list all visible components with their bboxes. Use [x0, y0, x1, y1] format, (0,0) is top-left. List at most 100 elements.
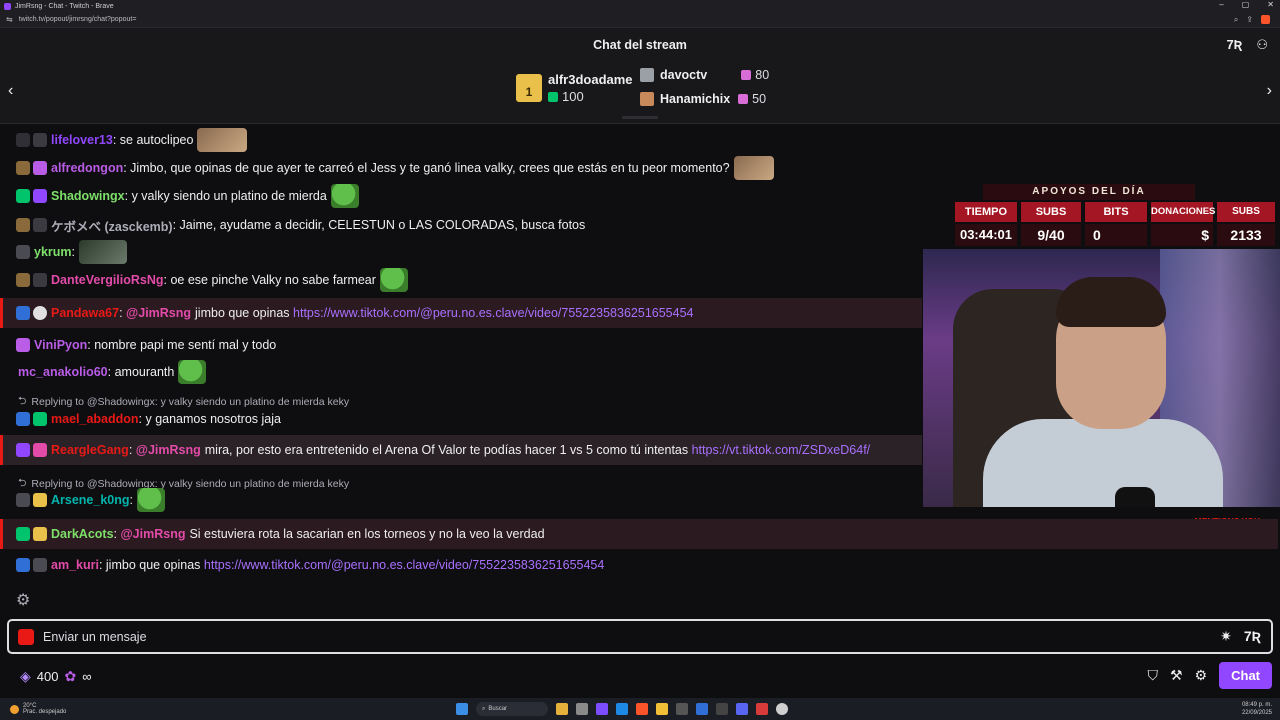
- chat-username[interactable]: Pandawa67: [51, 306, 119, 320]
- app-icon[interactable]: [596, 703, 608, 715]
- chat-username[interactable]: Shadowingx: [51, 189, 125, 203]
- microphone: [1115, 487, 1155, 507]
- chat-message[interactable]: ViniPyon : nombre papi me sentí mal y to…: [0, 334, 922, 356]
- app-icon[interactable]: [736, 703, 748, 715]
- chat-message[interactable]: mc_anakolio60 : amouranth: [0, 360, 922, 384]
- address-bar[interactable]: ⇋ twitch.tv/popout/jimrsng/chat?popout= …: [0, 12, 1280, 28]
- twitch-favicon-icon: [4, 2, 11, 10]
- rank-badge-icon: [16, 273, 30, 287]
- chat-send-button[interactable]: Chat: [1219, 662, 1272, 689]
- chat-text: : y ganamos nosotros jaja: [138, 412, 281, 426]
- leaderboard-third[interactable]: Hanamichix 50: [640, 92, 766, 106]
- weather-icon: [10, 704, 19, 714]
- mention[interactable]: @JimRsng: [136, 443, 201, 457]
- windows-start-icon[interactable]: [456, 703, 468, 715]
- channel-points[interactable]: ◈ 400 ✿ ∞: [20, 668, 92, 685]
- app-icon[interactable]: [676, 703, 688, 715]
- chat-input-box[interactable]: ✷ 7Ʀ: [7, 619, 1273, 654]
- close-icon[interactable]: ✕: [1267, 0, 1274, 9]
- 7tv-emote-icon[interactable]: 7Ʀ: [1244, 628, 1261, 645]
- chat-text: :: [71, 245, 76, 259]
- chat-message[interactable]: lifelover13 : se autoclipeo: [0, 128, 922, 152]
- chat-username[interactable]: Arsene_k0ng: [51, 493, 130, 507]
- record-clip-icon[interactable]: [18, 628, 34, 645]
- chat-message[interactable]: DanteVergilioRsNg : oe ese pinche Valky …: [0, 268, 922, 292]
- chat-text: : se autoclipeo: [112, 133, 194, 147]
- app-icon[interactable]: [716, 703, 728, 715]
- chat-username[interactable]: am_kuri: [51, 558, 99, 572]
- bits-badge-icon: [33, 527, 47, 541]
- site-settings-icon[interactable]: ⇋: [6, 15, 13, 24]
- chat-username[interactable]: DanteVergilioRsNg: [51, 273, 164, 287]
- chat-link[interactable]: https://www.tiktok.com/@peru.no.es.clave…: [293, 306, 693, 320]
- chat-link[interactable]: https://vt.tiktok.com/ZSDxeD64f/: [692, 443, 871, 457]
- support-overlay: APOYOS DEL DÍA TIEMPO SUBS BITS DONACION…: [955, 184, 1275, 246]
- overlay-value: 9/40: [1021, 224, 1081, 246]
- leaderboard-name: alfr3doadame: [548, 72, 633, 87]
- 7tv-icon[interactable]: 7Ʀ: [1226, 37, 1242, 53]
- rank-badge-icon: [16, 218, 30, 232]
- chat-link[interactable]: https://www.tiktok.com/@peru.no.es.clave…: [204, 558, 604, 572]
- brave-icon[interactable]: [636, 703, 648, 715]
- mention[interactable]: @JimRsng: [120, 527, 185, 541]
- chat-message[interactable]: ケボメベ (zasckemb) : Jaime, ayudame a decid…: [0, 214, 922, 236]
- gift-icon: [738, 94, 749, 104]
- users-icon[interactable]: ⚇: [1256, 37, 1268, 53]
- chat-text: mira, por esto era entretenido el Arena …: [204, 443, 689, 457]
- chat-message[interactable]: am_kuri : jimbo que opinas https://www.t…: [0, 554, 922, 576]
- bonus-icon[interactable]: ✿: [64, 668, 76, 685]
- folder-icon[interactable]: [656, 703, 668, 715]
- shield-icon[interactable]: ⛉: [1147, 667, 1158, 684]
- settings-gear-icon[interactable]: ⚙: [1195, 667, 1208, 684]
- taskbar-search[interactable]: ⌕ Buscar: [476, 702, 548, 716]
- chat-message-highlighted[interactable]: ReargleGang : @JimRsng mira, por esto er…: [0, 435, 922, 465]
- chat-username[interactable]: ケボメベ (zasckemb): [51, 216, 173, 235]
- chat-username[interactable]: ykrum: [34, 245, 72, 259]
- app-icon[interactable]: [756, 703, 768, 715]
- chat-username[interactable]: mc_anakolio60: [18, 365, 108, 379]
- taskbar-clock[interactable]: 08:49 p. m. 22/09/2025: [1242, 701, 1272, 717]
- chat-username[interactable]: alfredongon: [51, 161, 123, 175]
- brave-shields-icon[interactable]: [1261, 14, 1270, 24]
- chat-message[interactable]: Shadowingx : y valky siendo un platino d…: [0, 184, 922, 208]
- chat-message[interactable]: alfredongon : Jimbo, que opinas de que a…: [0, 156, 922, 180]
- chevron-left-icon[interactable]: ‹: [8, 82, 13, 100]
- task-view-icon[interactable]: [576, 703, 588, 715]
- overlay-value: $: [1151, 224, 1213, 246]
- weather-widget[interactable]: 20°C Prac. despejado: [10, 703, 66, 715]
- emote-image: [733, 156, 774, 180]
- minimize-icon[interactable]: –: [1219, 0, 1223, 9]
- pepe-emote-icon: [379, 268, 408, 292]
- chat-message-highlighted[interactable]: Pandawa67 : @JimRsng jimbo que opinas ht…: [0, 298, 922, 328]
- leaderboard-first[interactable]: 1 alfr3doadame 100: [516, 72, 633, 104]
- maximize-icon[interactable]: ▢: [1242, 0, 1250, 9]
- reply-text: Replying to @Shadowingx: y valky siendo …: [31, 396, 350, 408]
- zoom-icon[interactable]: ⌕: [1234, 15, 1238, 25]
- app-icon[interactable]: [776, 703, 788, 715]
- heart-badge-icon: [33, 443, 47, 457]
- party-icon[interactable]: ✷: [1220, 628, 1232, 645]
- chat-message[interactable]: Arsene_k0ng :: [0, 488, 922, 512]
- app-icon[interactable]: [696, 703, 708, 715]
- moderator-badge-icon: [33, 412, 47, 426]
- chat-message[interactable]: mael_abaddon : y ganamos nosotros jaja: [0, 408, 922, 430]
- chat-message-input[interactable]: [43, 629, 1221, 644]
- pepe-emote-icon: [178, 360, 207, 384]
- widgets-icon[interactable]: [556, 703, 568, 715]
- chat-username[interactable]: ReargleGang: [51, 443, 129, 457]
- chat-message-highlighted[interactable]: DarkAcots : @JimRsng Si estuviera rota l…: [0, 519, 1278, 549]
- url-text[interactable]: twitch.tv/popout/jimrsng/chat?popout=: [19, 16, 1234, 23]
- chat-message[interactable]: ykrum :: [0, 240, 922, 264]
- edge-icon[interactable]: [616, 703, 628, 715]
- rank-badge-icon: [16, 412, 30, 426]
- leaderboard-second[interactable]: davoctv 80: [640, 68, 769, 82]
- chat-username[interactable]: lifelover13: [51, 133, 113, 147]
- chevron-right-icon[interactable]: ›: [1267, 82, 1272, 100]
- share-icon[interactable]: ⇪: [1246, 15, 1253, 25]
- mod-tools-icon[interactable]: ⚒: [1170, 667, 1183, 684]
- mention[interactable]: @JimRsng: [126, 306, 191, 320]
- chat-username[interactable]: ViniPyon: [34, 338, 87, 352]
- chat-username[interactable]: DarkAcots: [51, 527, 114, 541]
- chat-settings-icon[interactable]: ⚙: [16, 590, 30, 610]
- chat-username[interactable]: mael_abaddon: [51, 412, 139, 426]
